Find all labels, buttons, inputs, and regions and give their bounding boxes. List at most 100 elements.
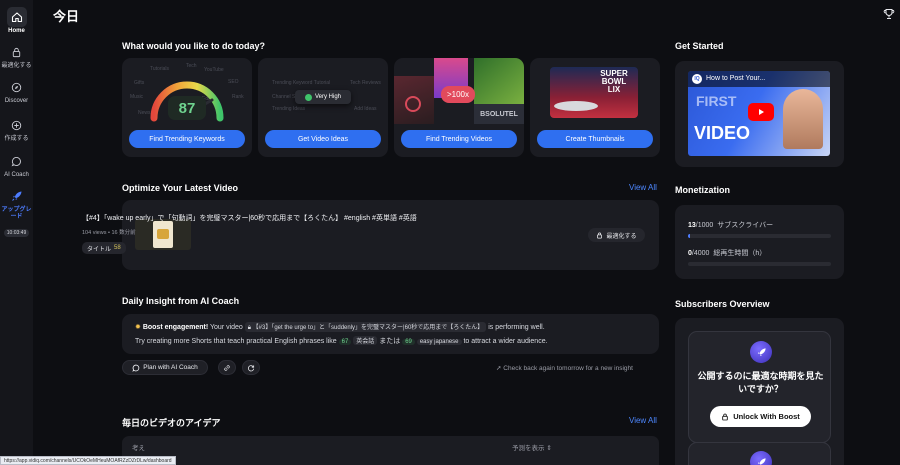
- insight-text: Try creating more Shorts that teach prac…: [135, 338, 337, 345]
- video-thumbnail[interactable]: [135, 219, 191, 250]
- gauge-word: Gifts: [134, 80, 145, 86]
- ideas-section-title: 毎日のビデオのアイデア: [122, 418, 221, 428]
- trending-thumb-3: [474, 58, 524, 104]
- trophy-icon[interactable]: [883, 7, 895, 19]
- plan-with-ai-coach-button[interactable]: Plan with AI Coach: [122, 360, 208, 375]
- get-video-ideas-button[interactable]: Get Video Ideas: [265, 130, 381, 148]
- subscribers-value: 13: [688, 222, 696, 229]
- check-back-note: ➚ Check back again tomorrow for a new in…: [496, 364, 633, 372]
- sidebar-item-upgrade[interactable]: アップグレード 10:03:49: [0, 186, 33, 239]
- unlock-with-boost-label: Unlock With Boost: [733, 412, 800, 421]
- subscribers-max: /1000: [695, 222, 714, 229]
- keyword-phrase[interactable]: easy japanese: [416, 339, 462, 345]
- find-trending-keywords-button[interactable]: Find Trending Keywords: [129, 130, 245, 148]
- optimize-video-label: 最適化する: [606, 233, 637, 240]
- channel-avatar: IQ: [692, 74, 702, 84]
- optimize-video-button[interactable]: 最適化する: [588, 228, 645, 242]
- video-reference[interactable]: 🔒︎ 【#3】「get the urge to」と「suddenly」を完璧マス…: [244, 322, 487, 332]
- insight-text: Your video: [210, 324, 243, 331]
- youtube-play-icon[interactable]: [748, 103, 774, 121]
- thumb-text-first: FIRST: [696, 93, 737, 109]
- sidebar-item-ai-coach[interactable]: AI Coach: [0, 151, 33, 179]
- sidebar-item-optimize[interactable]: 最適化する: [0, 42, 33, 70]
- watch-hours-label: 総再生時間（h）: [713, 250, 767, 257]
- insight-text: to attract a wider audience.: [463, 338, 548, 345]
- sidebar-item-discover[interactable]: Discover: [0, 77, 33, 105]
- insight-line-2: Try creating more Shorts that teach prac…: [135, 336, 548, 346]
- trending-thumb-1: [394, 76, 434, 124]
- upgrade-timer-badge: 10:03:49: [3, 229, 30, 237]
- sidebar-label-discover: Discover: [4, 98, 29, 104]
- video-meta: 104 views • 16 数分前: [82, 230, 136, 236]
- refresh-icon: [248, 364, 255, 371]
- outlier-multiplier-badge: >100x: [441, 86, 475, 103]
- gauge-word: Rank: [232, 94, 244, 100]
- ideas-view-all-link[interactable]: View All: [629, 416, 657, 425]
- check-back-text: Check back again tomorrow for a new insi…: [503, 365, 633, 372]
- sidebar-item-create[interactable]: 作成する: [0, 115, 33, 143]
- sidebar-label-create: 作成する: [4, 136, 29, 142]
- find-trending-videos-button[interactable]: Find Trending Videos: [401, 130, 517, 148]
- insight-card: [122, 314, 659, 354]
- optimize-section-title: Optimize Your Latest Video: [122, 183, 239, 193]
- sidebar-label-optimize: 最適化する: [1, 63, 32, 69]
- app-root: Home 最適化する Discover 作成する AI Coach アップグレー…: [0, 0, 900, 465]
- ghost-idea: Trending Ideas: [272, 106, 306, 112]
- card-get-video-ideas: Trending Keyword Tutorial Tech Reviews C…: [258, 58, 388, 157]
- sun-icon: ✹: [135, 324, 141, 331]
- tutorial-video-thumbnail[interactable]: IQ How to Post Your... FIRST VIDEO: [688, 71, 830, 156]
- insight-text: または: [379, 338, 401, 345]
- rocket-icon: [750, 341, 772, 363]
- status-bar-url: https://app.vidiq.com/channels/UCOkOeMHe…: [0, 456, 176, 465]
- rocket-icon: ➚: [496, 365, 502, 372]
- presenter-figure: [783, 89, 823, 149]
- thumb-text-video: VIDEO: [694, 123, 751, 143]
- todo-section-title: What would you like to do today?: [122, 41, 265, 51]
- video-reference-title: 【#3】「get the urge to」と「suddenly」を完璧マスター|…: [252, 325, 484, 331]
- video-title[interactable]: 【#4】「wake up early」で「句動詞」を完璧マスター|60秒で応用ま…: [82, 213, 417, 223]
- watch-hours-metric: 0/4000 総再生時間（h）: [688, 248, 766, 258]
- lock-icon: [722, 413, 728, 420]
- title-chip-label: タイトル: [87, 246, 112, 253]
- insight-text: is performing well.: [488, 324, 545, 331]
- link-icon: [224, 364, 230, 371]
- chat-bubble-icon: [132, 364, 140, 372]
- optimize-view-all-link[interactable]: View All: [629, 183, 657, 192]
- plan-with-ai-coach-label: Plan with AI Coach: [143, 364, 198, 371]
- latest-video-card[interactable]: [122, 200, 659, 270]
- gauge-word: Music: [130, 94, 144, 100]
- plus-circle-icon: [7, 115, 27, 135]
- refresh-button[interactable]: [242, 360, 260, 375]
- lock-icon: [597, 232, 603, 239]
- watch-hours-max: /4000: [691, 250, 710, 257]
- monetization-title: Monetization: [675, 185, 730, 195]
- unlock-with-boost-button[interactable]: Unlock With Boost: [710, 406, 811, 427]
- create-thumbnails-button[interactable]: Create Thumbnails: [537, 130, 653, 148]
- ideas-column-idea: 考え: [132, 445, 145, 452]
- subscribers-overview-title: Subscribers Overview: [675, 299, 770, 309]
- check-circle-icon: [304, 93, 312, 101]
- ghost-idea: Add Ideas: [354, 106, 377, 112]
- sidebar-label-upgrade: アップグレード: [1, 207, 32, 220]
- boost-engagement-label: Boost engagement!: [142, 324, 209, 331]
- keyword-score-pill: 67: [338, 339, 352, 345]
- very-high-badge: Very High: [295, 90, 351, 104]
- compass-icon: [7, 77, 27, 97]
- title-score-chip: タイトル 58: [82, 242, 126, 254]
- rocket-icon: [7, 186, 27, 206]
- sidebar-label-ai-coach: AI Coach: [4, 172, 29, 178]
- best-time-question: 公開するのに最適な時期を見たいですか？: [697, 371, 824, 394]
- keyword-phrase[interactable]: 英会話: [353, 336, 378, 345]
- title-chip-score: 58: [114, 245, 121, 251]
- keyword-score-value: 87: [168, 96, 206, 120]
- tutorial-video-title: How to Post Your...: [706, 75, 766, 82]
- card-create-thumbnails: SUPER BOWL LIX Create Thumbnails: [530, 58, 660, 157]
- copy-link-button[interactable]: [218, 360, 236, 375]
- ideas-column-show-prediction[interactable]: 予測を表示 ⇕: [512, 442, 552, 452]
- sidebar-item-home[interactable]: Home: [0, 7, 33, 35]
- subscribers-overview-card: 公開するのに最適な時期を見たいですか？ Unlock With Boost: [675, 318, 844, 465]
- watch-hours-progress-bar: [688, 262, 831, 266]
- chat-bubble-icon: [7, 151, 27, 171]
- thumbnail-overlay-text: SUPER BOWL LIX: [600, 69, 628, 94]
- card-find-trending-videos: BSOLUTEL >100x Find Trending Videos: [394, 58, 524, 157]
